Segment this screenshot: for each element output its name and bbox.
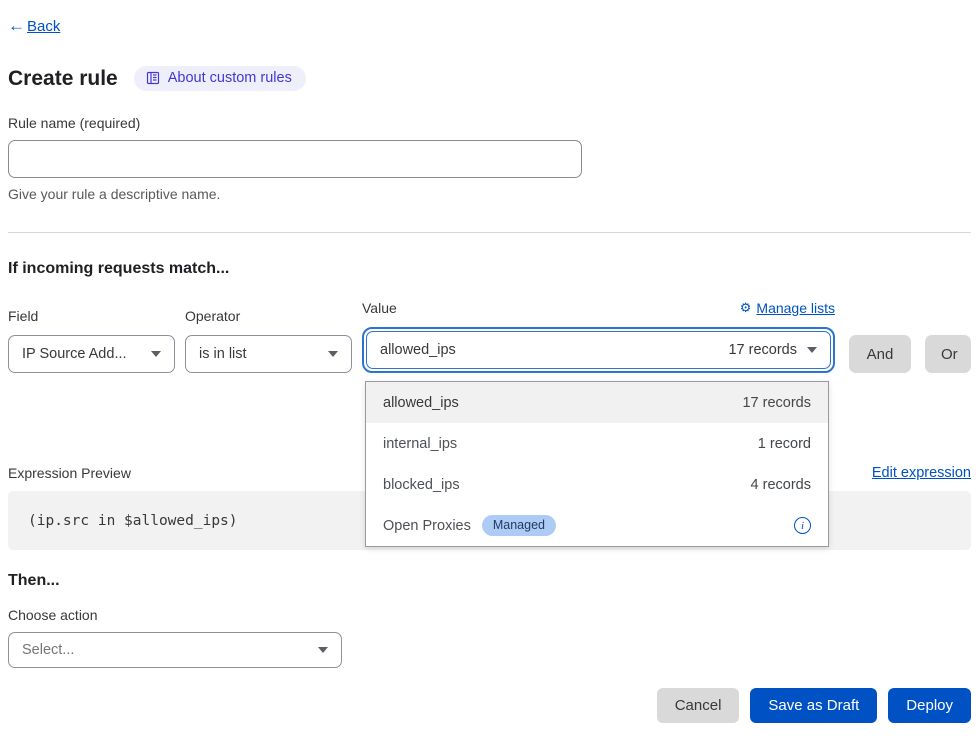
list-dropdown-panel: allowed_ips 17 records internal_ips 1 re… [365, 381, 829, 547]
create-rule-page: ← Back Create rule About custom rules Ru… [0, 0, 979, 723]
then-section-heading: Then... [8, 572, 971, 590]
list-option-record-count: 1 record [758, 436, 811, 452]
operator-label: Operator [185, 308, 240, 324]
action-select-placeholder: Select... [22, 642, 74, 658]
list-option-record-count: 17 records [742, 395, 811, 411]
value-select[interactable]: allowed_ips 17 records [366, 331, 831, 369]
about-custom-rules-label: About custom rules [168, 70, 292, 86]
back-link[interactable]: ← Back [8, 16, 60, 36]
list-option-name: allowed_ips [383, 395, 459, 411]
list-option-record-count: 4 records [751, 477, 811, 493]
back-link-label: Back [27, 18, 60, 35]
operator-select[interactable]: is in list [185, 335, 352, 373]
about-custom-rules-link[interactable]: About custom rules [134, 66, 306, 91]
operator-column: Operator is in list [185, 308, 352, 373]
list-option-name: Open Proxies [383, 518, 471, 534]
list-option-open-proxies[interactable]: Open Proxies Managed i [366, 505, 828, 546]
cancel-button[interactable]: Cancel [657, 688, 740, 723]
chevron-down-icon [318, 647, 328, 653]
field-select[interactable]: IP Source Add... [8, 335, 175, 373]
book-icon [146, 71, 160, 85]
rule-name-label: Rule name (required) [8, 115, 971, 131]
expression-code: (ip.src in $allowed_ips) [28, 513, 238, 529]
action-select[interactable]: Select... [8, 632, 342, 668]
list-option-allowed-ips[interactable]: allowed_ips 17 records [366, 382, 828, 423]
value-select-focus-ring: allowed_ips 17 records [362, 327, 835, 373]
field-column: Field IP Source Add... [8, 308, 175, 373]
title-row: Create rule About custom rules [8, 66, 971, 91]
list-option-blocked-ips[interactable]: blocked_ips 4 records [366, 464, 828, 505]
manage-lists-link[interactable]: ⚙ Manage lists [740, 300, 835, 316]
chevron-down-icon [328, 351, 338, 357]
rule-name-help-text: Give your rule a descriptive name. [8, 186, 971, 202]
save-as-draft-button[interactable]: Save as Draft [750, 688, 877, 723]
page-title: Create rule [8, 67, 118, 91]
value-select-value: allowed_ips [380, 342, 456, 358]
value-label: Value [362, 300, 397, 316]
chevron-down-icon [151, 351, 161, 357]
and-button[interactable]: And [849, 335, 911, 373]
field-select-value: IP Source Add... [22, 346, 127, 362]
list-option-name: blocked_ips [383, 477, 460, 493]
manage-lists-label: Manage lists [756, 300, 835, 316]
gear-icon: ⚙ [740, 300, 752, 316]
list-option-name: internal_ips [383, 436, 457, 452]
edit-expression-link[interactable]: Edit expression [872, 465, 971, 481]
chevron-down-icon [807, 347, 817, 353]
condition-row: Field IP Source Add... Operator is in li… [8, 300, 971, 373]
value-column: Value ⚙ Manage lists allowed_ips 17 reco… [362, 300, 835, 373]
field-label: Field [8, 308, 38, 324]
or-button[interactable]: Or [925, 335, 971, 373]
value-select-record-count: 17 records [728, 342, 797, 358]
expression-preview-label: Expression Preview [8, 465, 131, 481]
section-divider [8, 232, 971, 233]
info-icon[interactable]: i [794, 517, 811, 534]
back-arrow-icon: ← [8, 16, 25, 36]
rule-name-input[interactable] [8, 140, 582, 178]
footer-actions: Cancel Save as Draft Deploy [8, 688, 971, 723]
choose-action-label: Choose action [8, 607, 971, 623]
match-section-heading: If incoming requests match... [8, 260, 971, 278]
managed-badge: Managed [482, 515, 556, 536]
list-option-internal-ips[interactable]: internal_ips 1 record [366, 423, 828, 464]
deploy-button[interactable]: Deploy [888, 688, 971, 723]
operator-select-value: is in list [199, 346, 247, 362]
